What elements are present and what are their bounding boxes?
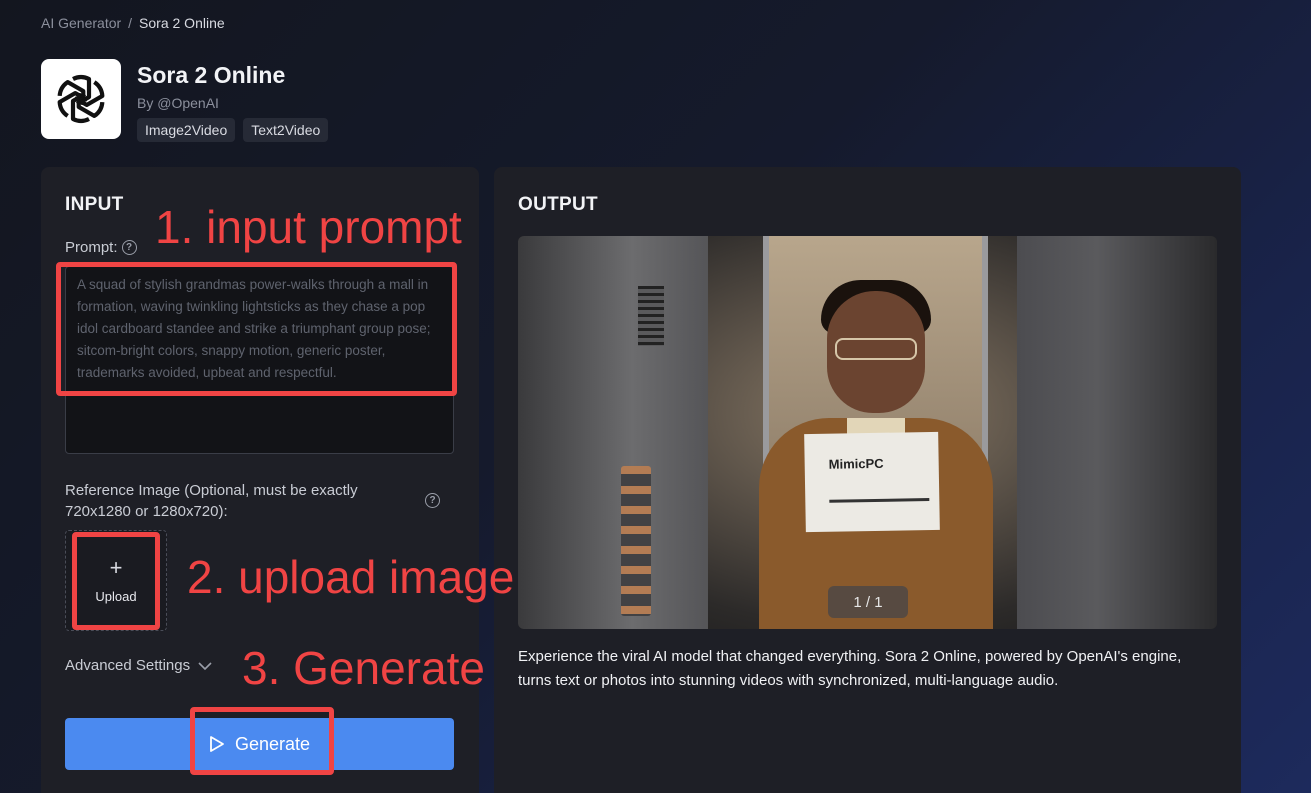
upload-label: Upload [95, 589, 137, 604]
output-panel: OUTPUT MimicPC 1 / 1 Experience the vira… [494, 167, 1241, 793]
prompt-placeholder: A squad of stylish grandmas power-walks … [77, 277, 431, 380]
breadcrumb-current: Sora 2 Online [139, 15, 225, 31]
annotation-step1: 1. input prompt [155, 201, 462, 253]
tag-list: Image2Video Text2Video [137, 118, 329, 142]
help-icon[interactable]: ? [425, 493, 440, 508]
upload-button[interactable]: + Upload [65, 530, 167, 631]
output-title: OUTPUT [518, 194, 598, 215]
video-counter: 1 / 1 [828, 586, 908, 618]
video-paper-sign: MimicPC [804, 431, 940, 533]
play-icon [210, 736, 224, 752]
generate-button[interactable]: Generate [65, 718, 454, 770]
plus-icon: + [109, 555, 123, 580]
prompt-label-text: Prompt: [65, 239, 118, 256]
video-vent [638, 286, 664, 346]
app-title: Sora 2 Online [137, 62, 286, 88]
input-title: INPUT [65, 194, 124, 215]
output-description: Experience the viral AI model that chang… [518, 648, 1182, 689]
reference-image-label: Reference Image (Optional, must be exact… [65, 482, 358, 520]
video-wall-right [1017, 236, 1217, 629]
openai-logo-icon [57, 74, 105, 124]
breadcrumb-separator: / [128, 15, 133, 31]
video-paper-text: MimicPC [828, 455, 884, 472]
app-logo [41, 59, 121, 139]
tag-image2video[interactable]: Image2Video [137, 118, 236, 142]
video-wall-left [518, 236, 708, 629]
generate-label: Generate [234, 733, 311, 754]
chevron-down-icon [198, 661, 212, 670]
app-header: Sora 2 Online By @OpenAI Image2Video Tex… [41, 59, 329, 142]
annotation-step2: 2. upload image [187, 551, 515, 603]
video-person-glasses [835, 338, 917, 360]
advanced-settings-toggle[interactable]: Advanced Settings [65, 657, 212, 674]
help-icon[interactable]: ? [121, 240, 137, 255]
input-panel: INPUT Prompt: ? A squad of stylish grand… [41, 167, 479, 793]
video-elevator-buttons [621, 466, 651, 616]
breadcrumb: AI Generator / Sora 2 Online [41, 15, 225, 31]
tag-text2video[interactable]: Text2Video [243, 118, 329, 142]
app-author: By @OpenAI [137, 95, 219, 111]
annotation-step3: 3. Generate [242, 642, 485, 694]
video-paper-line [829, 498, 930, 503]
breadcrumb-root-link[interactable]: AI Generator [41, 15, 121, 31]
advanced-settings-label: Advanced Settings [65, 657, 191, 674]
output-video[interactable]: MimicPC 1 / 1 [518, 236, 1217, 629]
prompt-label: Prompt: ? [65, 239, 137, 256]
app-info: Sora 2 Online By @OpenAI Image2Video Tex… [137, 59, 329, 142]
